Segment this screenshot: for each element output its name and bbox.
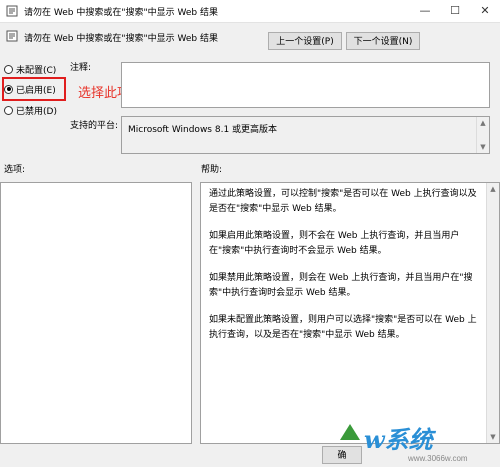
policy-settings-icon	[6, 5, 18, 17]
platform-scrollbar[interactable]: ▲ ▼	[476, 117, 489, 153]
policy-icon	[6, 30, 18, 42]
window-title: 请勿在 Web 中搜索或在"搜索"中显示 Web 结果	[24, 8, 218, 18]
policy-title: 请勿在 Web 中搜索或在"搜索"中显示 Web 结果	[24, 34, 218, 44]
options-panel	[0, 182, 192, 444]
scroll-up-icon[interactable]: ▲	[477, 117, 489, 129]
help-paragraph-4: 如果未配置此策略设置，则用户可以选择"搜索"是否可以在 Web 上执行查询，以及…	[209, 315, 477, 340]
close-button[interactable]: ✕	[470, 0, 500, 22]
radio-circle[interactable]	[4, 64, 13, 74]
watermark-url: www.3066w.com	[407, 454, 468, 463]
highlight-box	[2, 77, 66, 101]
previous-setting-button[interactable]: 上一个设置(P)	[268, 32, 342, 50]
watermark-logo: w系统 www.3066w.com	[340, 424, 468, 463]
options-section-label: 选项:	[4, 165, 26, 175]
scroll-down-icon[interactable]: ▼	[477, 141, 489, 153]
maximize-button[interactable]: ☐	[440, 0, 470, 22]
help-paragraph-2: 如果启用此策略设置，则不会在 Web 上执行查询，并且当用户在"搜索"中执行查询…	[209, 231, 460, 256]
comment-label: 注释:	[70, 63, 92, 73]
watermark: w系统 www.3066w.com	[328, 418, 500, 464]
watermark-brand: w系统	[364, 425, 437, 454]
next-setting-button[interactable]: 下一个设置(N)	[346, 32, 420, 50]
scroll-up-icon[interactable]: ▲	[487, 183, 499, 195]
help-paragraph-1: 通过此策略设置，可以控制"搜索"是否可以在 Web 上执行查询以及是否在"搜索"…	[209, 189, 477, 214]
radio-not-configured[interactable]: 未配置(C)	[4, 62, 56, 76]
help-paragraph-3: 如果禁用此策略设置，则会在 Web 上执行查询，并且当用户在"搜索"中执行查询时…	[209, 273, 473, 298]
radio-disabled[interactable]: 已禁用(D)	[4, 103, 57, 117]
platform-label: 支持的平台:	[70, 121, 119, 131]
help-text: 通过此策略设置，可以控制"搜索"是否可以在 Web 上执行查询以及是否在"搜索"…	[209, 187, 481, 355]
title-bar: 请勿在 Web 中搜索或在"搜索"中显示 Web 结果 — ☐ ✕	[0, 0, 500, 23]
radio-disabled-label: 已禁用(D)	[16, 106, 57, 117]
help-scrollbar[interactable]: ▲ ▼	[486, 183, 499, 443]
radio-not-configured-label: 未配置(C)	[16, 65, 57, 76]
comment-textarea[interactable]	[121, 62, 490, 108]
help-panel: 通过此策略设置，可以控制"搜索"是否可以在 Web 上执行查询以及是否在"搜索"…	[200, 182, 500, 444]
platform-value: Microsoft Windows 8.1 或更高版本	[128, 125, 278, 135]
help-section-label: 帮助:	[201, 165, 223, 175]
minimize-button[interactable]: —	[410, 0, 440, 22]
platform-box: Microsoft Windows 8.1 或更高版本 ▲ ▼	[121, 116, 490, 154]
radio-circle[interactable]	[4, 105, 13, 115]
